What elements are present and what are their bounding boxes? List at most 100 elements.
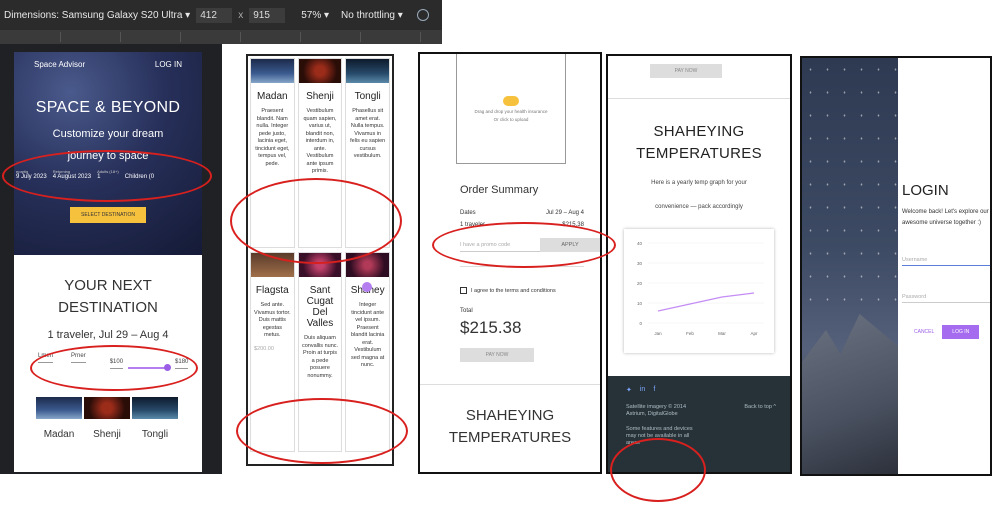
return-field[interactable]: Returning 4 August 2023 <box>53 169 91 180</box>
card-text: Sed ante. Vivamus tortor. Duis mattis eg… <box>254 302 291 338</box>
destination-cards: Madan Shenji Tongli <box>14 397 202 440</box>
card-title: Shenji <box>306 91 334 102</box>
temp-title-line2: TEMPERATURES <box>448 429 572 446</box>
terms-checkbox[interactable] <box>460 287 467 294</box>
rotate-icon[interactable] <box>416 9 429 21</box>
card-title: Tongli <box>141 429 169 440</box>
upload-hint: Or click to upload <box>493 116 529 122</box>
card-text: Vestibulum quam sapien, varius ut, bland… <box>303 108 337 174</box>
username-input[interactable]: Username <box>902 257 990 266</box>
facebook-icon[interactable]: f <box>653 386 655 394</box>
device-dimensions-dropdown[interactable]: Dimensions: Samsung Galaxy S20 Ultra ▾ <box>4 10 190 21</box>
promo-row: I have a promo code APPLY <box>460 238 600 252</box>
card-image <box>298 253 342 277</box>
hero-subtitle-line1: Customize your dream <box>52 128 164 140</box>
temperatures-description: Here is a yearly temp graph for your con… <box>608 171 790 219</box>
back-to-top-link[interactable]: Back to top ^ <box>744 404 776 418</box>
panel-login: LOGIN Welcome back! Let's explore our aw… <box>800 56 992 476</box>
zoom-dropdown[interactable]: 57% ▾ <box>301 10 329 21</box>
x-tick-label: Mar <box>718 331 726 336</box>
card-image <box>298 59 342 83</box>
destination-card[interactable]: Flagsta Sed ante. Vivamus tortor. Duis ma… <box>250 252 295 452</box>
card-tongli[interactable]: Tongli <box>132 397 178 440</box>
destination-card[interactable]: Madan Praesent blandit. Nam nulla. Intege… <box>250 58 295 248</box>
media-query-bar <box>0 30 442 44</box>
apply-button[interactable]: APPLY <box>540 238 600 252</box>
upload-cloud-icon <box>503 95 519 106</box>
destination-grid-row1: Madan Praesent blandit. Nam nulla. Intege… <box>248 56 392 250</box>
card-image <box>132 397 178 419</box>
divider <box>420 384 600 385</box>
price-min: $100 <box>109 359 124 369</box>
width-input[interactable]: 412 <box>196 7 233 23</box>
card-image <box>36 397 82 419</box>
site-footer: ✦ in f Satellite imagery © 2014 Astrium,… <box>608 376 790 472</box>
twitter-icon[interactable]: ✦ <box>626 386 632 394</box>
card-text: Phasellus sit amet erat. Nulla tempus. V… <box>350 108 386 159</box>
card-shenji[interactable]: Shenji <box>84 397 130 440</box>
y-tick-label: 30 <box>637 261 643 266</box>
card-title: Flagsta <box>255 285 289 296</box>
social-links: ✦ in f <box>626 386 776 394</box>
mountain-image <box>802 314 898 474</box>
height-input[interactable]: 915 <box>249 7 286 23</box>
pay-now-button[interactable]: PAY NOW <box>650 64 722 78</box>
traveler-value: $215.38 <box>562 222 584 228</box>
traveler-summary: 1 traveler, Jul 29 – Aug 4 <box>47 329 169 341</box>
card-image <box>346 59 389 83</box>
depart-value: 9 July 2023 <box>16 174 47 180</box>
price-field-b[interactable]: Prner <box>71 353 86 363</box>
times-label: x <box>238 9 244 21</box>
temp-title-line2: TEMPERATURES <box>636 145 762 162</box>
card-text: Integer tincidunt ante vel ipsum. Praese… <box>351 302 385 368</box>
upload-dropzone[interactable]: Drag and drop your health insurance Or c… <box>456 54 566 164</box>
card-image <box>84 397 130 419</box>
y-tick-label: 10 <box>637 301 643 306</box>
cancel-button[interactable]: CANCEL <box>914 329 934 335</box>
temperature-chart: 40 30 20 10 0 Jan Feb Mar Apr <box>624 229 774 353</box>
depart-field[interactable]: epartig 9 July 2023 <box>16 169 47 180</box>
card-image <box>346 253 389 277</box>
password-input[interactable]: Password <box>902 294 990 303</box>
destination-card[interactable]: Sant Cugat Del Valles Duis aliquam conval… <box>297 252 343 452</box>
brand-logo[interactable]: Space Advisor <box>34 60 85 69</box>
traveler-label: 1 traveler <box>460 222 486 228</box>
dates-value: Jul 29 – Aug 4 <box>545 210 584 216</box>
search-fields: epartig 9 July 2023 Returning 4 August 202… <box>14 169 202 180</box>
temp-title-line1: SHAHEYING <box>465 407 555 424</box>
destination-card[interactable]: Tongli Phasellus sit amet erat. Nulla tem… <box>345 58 390 248</box>
next-title-line1: YOUR NEXT <box>64 277 152 294</box>
total-label: Total <box>460 308 473 314</box>
price-filter: Lmen Prner $100 $180 <box>14 353 202 377</box>
card-madan[interactable]: Madan <box>36 397 82 440</box>
starry-sky-image <box>802 58 898 318</box>
card-text: Duis aliquam convallis nunc. Proin at tu… <box>301 335 339 379</box>
children-field[interactable]: Children (0 <box>125 169 154 180</box>
price-field-a[interactable]: Lmen <box>38 353 54 363</box>
x-tick-label: Apr <box>750 331 758 336</box>
price-slider-track[interactable] <box>128 367 168 369</box>
login-form: LOGIN Welcome back! Let's explore our aw… <box>898 58 990 474</box>
top-nav: Space Advisor LOG IN <box>14 52 202 69</box>
card-title: Madan <box>43 429 75 440</box>
hero-subtitle: Customize your dream journey to space <box>14 123 202 167</box>
card-title: Sant Cugat Del Valles <box>306 285 334 329</box>
pay-now-button[interactable]: PAY NOW <box>460 348 534 362</box>
card-image <box>251 253 294 277</box>
card-text: Praesent blandit. Nam nulla. Integer ped… <box>255 108 290 167</box>
desc-line2: convenience — pack accordingly <box>655 204 743 210</box>
next-destination-title: YOUR NEXT DESTINATION <box>14 275 202 319</box>
login-link[interactable]: LOG IN <box>155 60 182 69</box>
linkedin-icon[interactable]: in <box>640 386 645 394</box>
adults-field[interactable]: Adults (18+) 1 <box>97 169 119 180</box>
destination-card[interactable]: Shenji Vestibulum quam sapien, varius ut,… <box>297 58 343 248</box>
select-destination-button[interactable]: SELECT DESTINATION <box>70 207 146 223</box>
throttle-dropdown[interactable]: No throttling ▾ <box>341 10 403 21</box>
login-actions: CANCEL LOG IN <box>902 325 990 339</box>
promo-input[interactable]: I have a promo code <box>460 238 540 252</box>
price-slider-handle[interactable] <box>164 364 171 371</box>
divider <box>460 266 584 267</box>
welcome-text: Welcome back! Let's explore our awesome … <box>902 209 989 226</box>
y-tick-label: 20 <box>637 281 643 286</box>
login-button[interactable]: LOG IN <box>942 325 980 339</box>
